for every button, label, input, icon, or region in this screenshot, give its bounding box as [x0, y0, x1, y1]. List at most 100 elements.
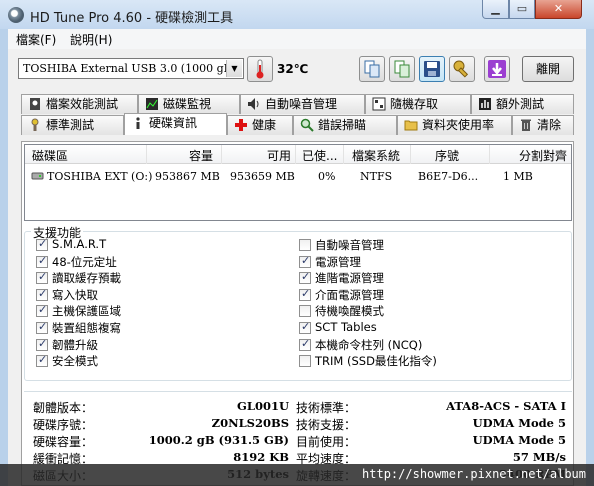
copy-all-icon [394, 60, 410, 78]
checkbox[interactable] [299, 305, 311, 318]
temperature-button[interactable] [247, 56, 273, 82]
exit-button[interactable]: 離開 [522, 56, 574, 82]
info-label: 硬碟序號： [33, 418, 94, 432]
partition-list-header: 磁碟區 容量 可用 已使... 檔案系統 序號 分割對齊 [25, 145, 571, 164]
disk-monitor-icon [146, 98, 158, 110]
feature-label: 自動噪音管理 [315, 238, 384, 252]
checkbox[interactable] [299, 270, 311, 285]
checkbox[interactable] [299, 337, 311, 351]
close-button[interactable]: ✕ [535, 0, 582, 19]
cell-capacity: 953867 MB [155, 170, 220, 183]
maximize-button[interactable]: ▭ [509, 0, 535, 19]
tab-error-scan[interactable]: 錯誤掃瞄 [293, 115, 397, 135]
feature-label: 進階電源管理 [315, 271, 384, 286]
checkbox[interactable] [36, 320, 48, 334]
download-button[interactable] [484, 56, 510, 82]
info-value: 8192 KB [233, 450, 289, 464]
feature-label: 本機命令柱列 (NCQ) [315, 337, 423, 352]
partition-list[interactable]: 磁碟區 容量 可用 已使... 檔案系統 序號 分割對齊 TOSHIBA EXT… [24, 144, 572, 221]
health-cross-icon [235, 119, 247, 131]
column-header[interactable]: 已使... [302, 147, 337, 164]
feature-label: S.M.A.R.T [52, 237, 107, 251]
tab-disk-info[interactable]: 硬碟資訊 [124, 113, 227, 135]
feature-label: 待機喚醒模式 [315, 304, 384, 319]
folder-icon [404, 120, 418, 131]
checkbox[interactable] [299, 239, 311, 251]
column-header[interactable]: 可用 [267, 147, 291, 164]
info-label: 韌體版本： [33, 401, 94, 415]
checkbox[interactable] [36, 254, 48, 268]
checkbox[interactable] [36, 287, 48, 301]
thermometer-icon [256, 59, 264, 79]
window-title: HD Tune Pro 4.60 - 硬碟檢測工具 [30, 11, 234, 26]
copy-icon [364, 60, 380, 78]
info-value: 1000.2 gB (931.5 GB) [148, 433, 289, 447]
file-benchmark-icon [30, 98, 40, 110]
checkbox[interactable] [299, 287, 311, 301]
menu-file[interactable]: 檔案(F) [16, 31, 56, 48]
client-area: 檔案(F) 說明(H) TOSHIBA External USB 3.0 (10… [8, 29, 586, 486]
feature-label: 寫入快取 [52, 287, 98, 302]
cell-free: 953659 MB [230, 170, 295, 183]
disk-info-panel: 磁碟區 容量 可用 已使... 檔案系統 序號 分割對齊 TOSHIBA EXT… [21, 141, 574, 486]
tab-folder-usage[interactable]: 資料夾使用率 [397, 115, 512, 135]
toolbar: TOSHIBA External USB 3.0 (1000 gB) ▼ 32℃ [8, 49, 586, 89]
tab-noise-management[interactable]: 自動噪音管理 [240, 94, 365, 114]
speaker-icon [248, 98, 259, 110]
info-value: GL001U [237, 399, 289, 413]
chevron-down-icon[interactable]: ▼ [226, 60, 242, 77]
info-label: 硬碟容量： [33, 435, 94, 449]
cell-filesystem: NTFS [360, 170, 393, 183]
info-value: ATA8-ACS - SATA I [446, 399, 566, 413]
cell-alignment: 1 MB [503, 170, 533, 183]
info-icon [136, 117, 140, 129]
checkbox[interactable] [36, 237, 48, 251]
checkbox[interactable] [36, 353, 48, 368]
options-button[interactable] [449, 56, 475, 82]
trash-icon [521, 119, 531, 131]
drive-icon [31, 172, 44, 180]
floppy-disk-icon [424, 61, 440, 77]
minimize-button[interactable]: ▁ [482, 0, 509, 19]
menu-help[interactable]: 說明(H) [70, 31, 112, 48]
info-value: 57 MB/s [512, 450, 566, 464]
info-value: UDMA Mode 5 [472, 416, 566, 430]
copy-button[interactable] [359, 56, 385, 82]
checkbox[interactable] [36, 303, 48, 318]
random-access-icon [372, 97, 386, 111]
feature-label: 介面電源管理 [315, 287, 384, 302]
column-header[interactable]: 分割對齊 [519, 147, 567, 164]
tab-erase[interactable]: 清除 [512, 115, 574, 135]
column-header[interactable]: 序號 [435, 147, 459, 164]
feature-label: 安全模式 [52, 354, 98, 369]
title-bar[interactable]: HD Tune Pro 4.60 - 硬碟檢測工具 ▁ ▭ ✕ [0, 0, 594, 29]
supported-features-group: 支援功能 S.M.A.R.T48-位元定址讀取緩存預載寫入快取主機保護區域裝置組… [24, 224, 572, 381]
drive-select[interactable]: TOSHIBA External USB 3.0 (1000 gB) ▼ [18, 58, 244, 79]
column-header[interactable]: 容量 [189, 147, 213, 164]
checkbox[interactable] [299, 355, 311, 368]
column-header[interactable]: 磁碟區 [32, 147, 68, 164]
wrench-icon [453, 60, 469, 78]
copy-all-button[interactable] [389, 56, 415, 82]
checkbox[interactable] [299, 254, 311, 268]
feature-label: 讀取緩存預載 [52, 271, 121, 286]
menu-bar: 檔案(F) 說明(H) [8, 29, 586, 49]
tab-health[interactable]: 健康 [227, 115, 293, 135]
checkbox[interactable] [299, 320, 311, 334]
info-label: 技術支援： [296, 418, 357, 432]
watermark-text: http://showmer.pixnet.net/album [362, 467, 586, 481]
tab-extra-tests[interactable]: 額外測試 [471, 94, 574, 114]
tab-file-benchmark[interactable]: 檔案效能測試 [21, 94, 138, 114]
checkbox[interactable] [36, 337, 48, 351]
save-button[interactable] [419, 56, 445, 82]
tab-disk-monitor[interactable]: 磁碟監視 [138, 94, 240, 114]
tab-random-access[interactable]: 隨機存取 [365, 94, 471, 114]
drive-select-value: TOSHIBA External USB 3.0 (1000 gB) [23, 62, 237, 75]
tab-benchmark[interactable]: 標準測試 [21, 115, 124, 135]
column-header[interactable]: 檔案系統 [352, 147, 400, 164]
info-label: 目前使用： [296, 435, 357, 449]
info-value: UDMA Mode 5 [472, 433, 566, 447]
checkbox[interactable] [36, 270, 48, 285]
download-arrow-icon [488, 60, 506, 78]
feature-label: 主機保護區域 [52, 304, 121, 319]
